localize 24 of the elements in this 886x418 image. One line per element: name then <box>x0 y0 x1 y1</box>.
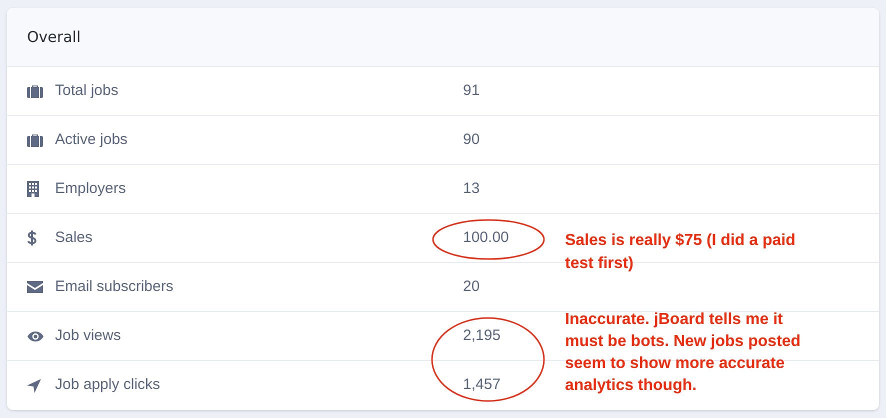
stat-value: 100.00 <box>463 228 509 248</box>
building-icon <box>27 181 39 197</box>
annotation-note: Sales is really $75 (I did a paid test first) <box>565 231 796 274</box>
stat-value: 1,457 <box>463 375 501 396</box>
eye-icon <box>27 330 44 342</box>
briefcase-icon <box>27 84 43 98</box>
stat-value: 20 <box>463 276 480 297</box>
card-title: Overall <box>27 26 81 48</box>
stat-label: Job views <box>55 326 122 346</box>
stat-label: Email subscribers <box>55 276 174 297</box>
envelope-icon <box>27 281 43 293</box>
navigation-arrow-icon <box>27 378 41 392</box>
stat-value: 2,195 <box>463 326 501 346</box>
dollar-icon <box>27 230 37 246</box>
stat-value: 90 <box>463 130 480 150</box>
annotation-note: Inaccurate. jBoard tells me it must be bots. New jobs posted seem to show more accurate analytics though. <box>565 310 802 396</box>
stat-label: Active jobs <box>55 130 129 150</box>
stat-label: Sales <box>55 228 94 248</box>
stat-label: Total jobs <box>55 80 120 101</box>
stat-label: Job apply clicks <box>55 375 162 396</box>
stat-label: Employers <box>55 178 127 199</box>
briefcase-icon <box>27 133 43 147</box>
stat-value: 13 <box>463 178 480 199</box>
stat-value: 91 <box>463 80 480 101</box>
